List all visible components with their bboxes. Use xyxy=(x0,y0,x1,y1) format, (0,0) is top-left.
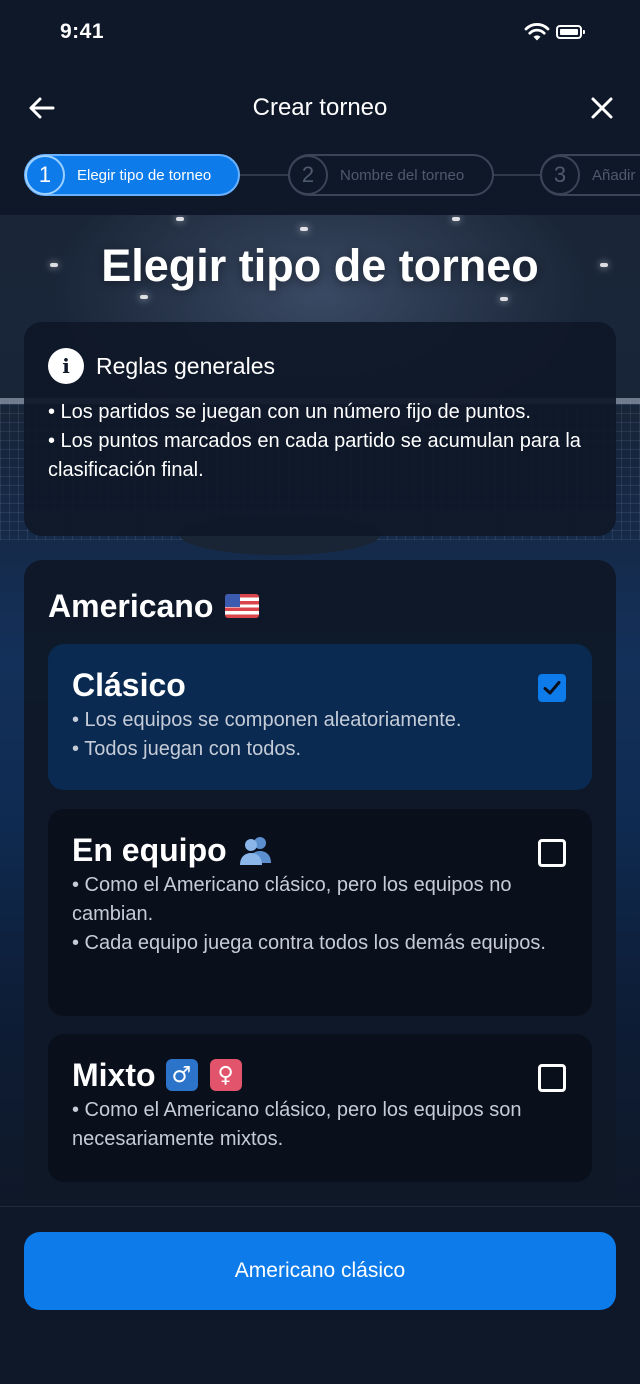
info-icon: i xyxy=(48,348,84,384)
option-line: • Los equipos se componen aleatoriamente… xyxy=(72,709,462,731)
checkmark-icon xyxy=(543,681,561,695)
stadium-light xyxy=(140,295,148,299)
option-en-equipo[interactable]: En equipo • Como el Americano clásico, p… xyxy=(48,809,592,1016)
section-title: Americano xyxy=(48,584,592,628)
header-title: Crear torneo xyxy=(252,94,388,121)
step-1-chip[interactable]: 1 Elegir tipo de torneo xyxy=(24,154,240,196)
stepper-connector xyxy=(238,174,290,176)
stepper-connector xyxy=(492,174,542,176)
option-description: • Los equipos se componen aleatoriamente… xyxy=(72,706,568,764)
step-number: 3 xyxy=(540,155,580,195)
option-clasico[interactable]: Clásico • Los equipos se componen aleato… xyxy=(48,644,592,790)
option-header: Mixto ♂ ♀ xyxy=(72,1056,568,1094)
americano-section: Americano Clásico • Los equipos se compo… xyxy=(24,560,616,1210)
rules-header: i Reglas generales xyxy=(48,348,592,384)
step-number: 2 xyxy=(288,155,328,195)
male-icon: ♂ xyxy=(165,1059,198,1091)
step-label: Nombre del torneo xyxy=(340,166,465,184)
page-title: Elegir tipo de torneo xyxy=(101,240,539,291)
stadium-light xyxy=(300,227,308,231)
option-title: En equipo xyxy=(72,831,227,868)
option-line: • Cada equipo juega contra todos los dem… xyxy=(72,932,546,954)
bottom-bar: Americano clásico xyxy=(0,1206,640,1384)
option-mixto[interactable]: Mixto ♂ ♀ • Como el Americano clásico, p… xyxy=(48,1034,592,1182)
us-flag-icon xyxy=(225,594,260,618)
option-header: En equipo xyxy=(72,831,568,869)
rules-list: • Los partidos se juegan con un número f… xyxy=(48,398,592,485)
section-title-text: Americano xyxy=(48,587,214,624)
rules-title: Reglas generales xyxy=(96,352,276,379)
status-time: 9:41 xyxy=(60,20,105,43)
step-label: Añadir xyxy=(592,166,636,184)
stepper: 1 Elegir tipo de torneo 2 Nombre del tor… xyxy=(0,150,640,200)
option-title: Mixto xyxy=(72,1056,156,1093)
rules-item: • Los puntos marcados en cada partido se… xyxy=(48,430,581,481)
option-checkbox-unchecked[interactable] xyxy=(538,1064,566,1092)
battery-icon xyxy=(556,25,585,39)
option-checkbox-unchecked[interactable] xyxy=(538,839,566,867)
option-checkbox-checked[interactable] xyxy=(538,674,566,702)
wifi-icon xyxy=(524,23,550,41)
people-icon xyxy=(239,837,271,865)
option-line: • Como el Americano clásico, pero los eq… xyxy=(72,874,512,925)
female-icon: ♀ xyxy=(209,1059,242,1091)
header: Crear torneo xyxy=(0,80,640,138)
option-title: Clásico xyxy=(72,666,186,703)
status-bar: 9:41 xyxy=(0,0,640,66)
option-description: • Como el Americano clásico, pero los eq… xyxy=(72,871,568,958)
option-description: • Como el Americano clásico, pero los eq… xyxy=(72,1096,568,1154)
stadium-light xyxy=(176,217,184,221)
close-icon[interactable] xyxy=(586,92,618,124)
step-3-chip[interactable]: 3 Añadir xyxy=(540,154,640,196)
option-header: Clásico xyxy=(72,666,568,704)
rules-item: • Los partidos se juegan con un número f… xyxy=(48,401,531,423)
stadium-light xyxy=(500,297,508,301)
step-label: Elegir tipo de torneo xyxy=(77,166,212,184)
general-rules-card: i Reglas generales • Los partidos se jue… xyxy=(24,322,616,536)
stadium-light xyxy=(452,217,460,221)
option-line: • Como el Americano clásico, pero los eq… xyxy=(72,1099,522,1150)
step-number: 1 xyxy=(25,155,65,195)
step-2-chip[interactable]: 2 Nombre del torneo xyxy=(288,154,494,196)
option-line: • Todos juegan con todos. xyxy=(72,738,302,760)
continue-button[interactable]: Americano clásico xyxy=(24,1232,616,1310)
